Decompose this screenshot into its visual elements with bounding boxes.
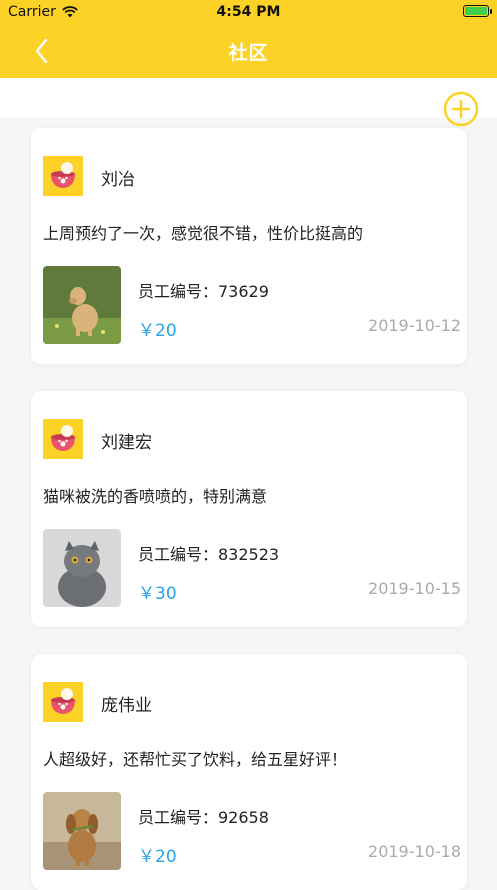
status-right	[463, 5, 492, 17]
add-post-button[interactable]	[443, 91, 479, 127]
price: ￥20	[138, 321, 177, 341]
cat-photo[interactable]	[43, 529, 121, 607]
avatar	[43, 156, 83, 196]
avatar	[43, 682, 83, 722]
employee-id: 员工编号：73629	[138, 282, 269, 301]
post-card[interactable]: 庞伟业 人超级好，还帮忙买了饮料，给五星好评！ 员工编号：92658 ￥20 2…	[31, 654, 467, 890]
post-card[interactable]: 刘冶 上周预约了一次，感觉很不错，性价比挺高的 员工编号：73629 ￥20 2…	[31, 128, 467, 364]
employee-id: 员工编号：92658	[138, 808, 269, 827]
user-name: 庞伟业	[101, 696, 152, 716]
post-date: 2019-10-18	[368, 842, 461, 861]
content-area: 刘冶 上周预约了一次，感觉很不错，性价比挺高的 员工编号：73629 ￥20 2…	[0, 78, 497, 890]
status-time: 4:54 PM	[216, 4, 281, 20]
avatar	[43, 419, 83, 459]
post-date: 2019-10-12	[368, 316, 461, 335]
post-comment: 上周预约了一次，感觉很不错，性价比挺高的	[43, 224, 364, 243]
post-comment: 人超级好，还帮忙买了饮料，给五星好评！	[43, 750, 348, 769]
post-date: 2019-10-15	[368, 579, 461, 598]
employee-id: 员工编号：832523	[138, 545, 280, 564]
post-comment: 猫咪被洗的香喷喷的，特别满意	[43, 487, 268, 506]
nav-bar: 社区	[0, 24, 497, 78]
page-title: 社区	[228, 42, 269, 64]
price: ￥20	[138, 847, 177, 867]
post-card[interactable]: 刘建宏 猫咪被洗的香喷喷的，特别满意 员工编号：832523 ￥30 2019-…	[31, 391, 467, 627]
status-bar: Carrier 4:54 PM	[0, 0, 497, 24]
top-strip	[0, 78, 497, 118]
user-name: 刘冶	[101, 170, 135, 190]
price: ￥30	[138, 584, 177, 604]
user-name: 刘建宏	[101, 433, 152, 453]
dog-photo[interactable]	[43, 266, 121, 344]
battery-icon	[463, 5, 492, 17]
battery-level	[465, 7, 487, 15]
dog-photo[interactable]	[43, 792, 121, 870]
